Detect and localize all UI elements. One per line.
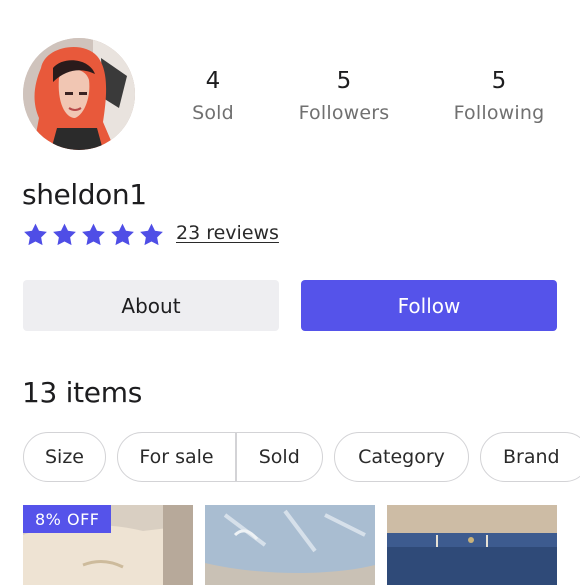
filter-sale-status-group: For sale Sold (117, 432, 323, 482)
stat-following-value: 5 (491, 68, 507, 94)
star-icon (140, 223, 163, 246)
stat-sold-label: Sold (192, 102, 234, 124)
star-icon (82, 223, 105, 246)
filter-category-label: Category (358, 446, 445, 468)
star-icon (53, 223, 76, 246)
username: sheldon1 (22, 178, 147, 211)
stat-followers[interactable]: 5 Followers (290, 66, 398, 130)
star-icon (24, 223, 47, 246)
follow-button[interactable]: Follow (301, 280, 557, 331)
stat-followers-value: 5 (336, 68, 352, 94)
rating-stars (22, 222, 165, 248)
about-button[interactable]: About (23, 280, 279, 331)
avatar[interactable] (23, 38, 135, 150)
items-count-heading: 13 items (22, 376, 142, 409)
filter-brand-label: Brand (503, 446, 560, 468)
listing-thumbnail[interactable] (205, 505, 375, 585)
avatar-photo (23, 38, 135, 150)
listing-photo (205, 505, 375, 585)
filter-brand-chip[interactable]: Brand (480, 432, 580, 482)
stat-followers-label: Followers (298, 102, 390, 124)
star-icon (111, 223, 134, 246)
filter-sold-label: Sold (258, 446, 300, 468)
filter-sold-chip[interactable]: Sold (237, 433, 323, 481)
discount-badge: 8% OFF (23, 505, 112, 533)
stat-following[interactable]: 5 Following (444, 66, 554, 130)
reviews-link[interactable]: 23 reviews (176, 222, 279, 244)
stat-following-label: Following (453, 102, 545, 124)
listing-thumbnail[interactable]: 8% OFF (23, 505, 193, 585)
filter-for-sale-label: For sale (139, 446, 214, 468)
listing-thumbnail[interactable] (387, 505, 557, 585)
filter-size-chip[interactable]: Size (23, 432, 106, 482)
filter-for-sale-chip[interactable]: For sale (118, 433, 235, 481)
stat-sold-value: 4 (205, 68, 221, 94)
filter-category-chip[interactable]: Category (334, 432, 469, 482)
stat-sold[interactable]: 4 Sold (178, 66, 248, 130)
listing-photo (387, 505, 557, 585)
filter-size-label: Size (44, 446, 84, 468)
